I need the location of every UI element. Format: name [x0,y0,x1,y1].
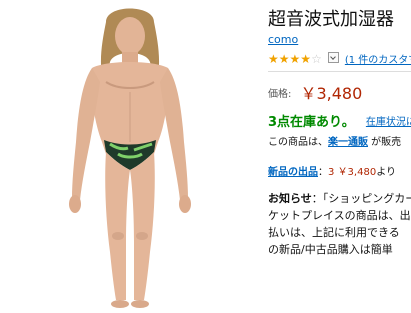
price-row: 価格: ￥3,480 [268,80,362,104]
seller-prefix: この商品は、 [268,137,328,148]
star-icon: ★ [289,52,301,66]
stock-status: 3点在庫あり。 [268,115,355,130]
offers-colon: ： [318,167,328,178]
star-icon: ★ [300,52,312,66]
offers-suffix: より [376,167,397,178]
star-icon: ★ [268,52,279,66]
product-image[interactable] [42,2,218,312]
seller-row: この商品は、楽一通販 が販売 [268,133,401,148]
divider [268,71,411,72]
seller-link[interactable]: 楽一通販 [328,137,368,148]
stock-info-link[interactable]: 在庫状況に [366,117,411,128]
product-title: 超音波式加湿器 [268,9,394,30]
star-icon: ★ [278,52,290,66]
star-rating[interactable]: ★★★★☆ [268,52,326,66]
new-offers-link[interactable]: 新品の出品 [268,167,318,178]
chevron-down-icon[interactable] [327,52,339,63]
offers-row: 新品の出品：3 ￥3,480より [268,163,396,178]
notice-line: ケットプレイスの商品は、出 [268,209,411,222]
customer-reviews-link[interactable]: (1 件のカスタマーレ [345,55,411,66]
price-label: 価格: [268,89,292,100]
price-value: ￥3,480 [300,84,363,103]
offers-price: ￥3,480 [337,167,377,178]
brand-link[interactable]: como [268,33,298,46]
notice-line: お知らせ：「ショッピングカー [268,190,411,207]
offers-count: 3 [328,167,335,178]
notice-block: お知らせ：「ショッピングカー ケットプレイスの商品は、出 払いは、上記に利用でき… [268,190,411,258]
star-icon: ☆ [311,52,322,66]
notice-line: 払いは、上記に利用できる [268,226,400,239]
notice-heading: お知らせ [268,192,312,205]
notice-text: ：「ショッピングカー [311,192,411,205]
stock-row: 3点在庫あり。 在庫状況に [268,111,411,130]
product-image-pane[interactable] [0,0,262,313]
notice-line: の新品/中古品購入は簡単 [268,243,393,256]
product-info: 超音波式加湿器 como ★★★★☆ (1 件のカスタマーレ 価格: ￥3,48… [268,0,411,313]
seller-suffix: が販売 [368,137,402,148]
rating-row: ★★★★☆ (1 件のカスタマーレ [268,51,411,66]
